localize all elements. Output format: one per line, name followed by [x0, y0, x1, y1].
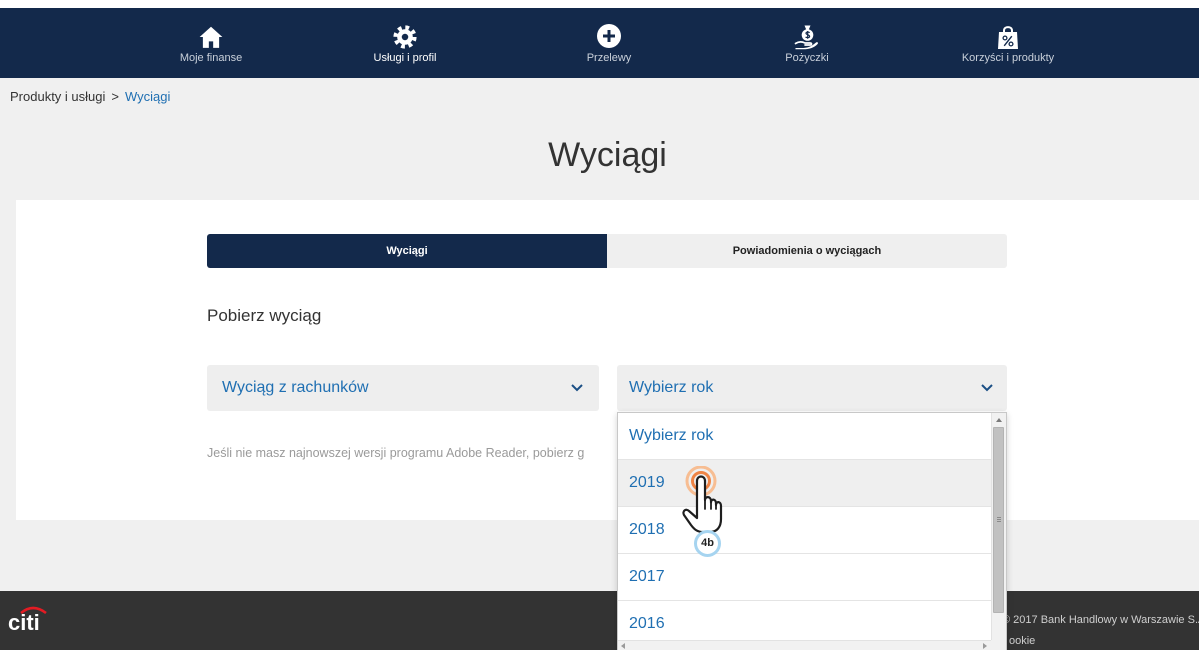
tab-bar: Wyciągi Powiadomienia o wyciągach	[207, 234, 1007, 268]
nav-item-moje-finanse[interactable]: Moje finanse	[141, 24, 281, 74]
scroll-left-arrow-icon[interactable]	[621, 643, 625, 649]
chevron-down-icon	[981, 384, 993, 392]
top-strip	[0, 0, 1199, 8]
year-select-value: Wybierz rok	[629, 379, 714, 396]
breadcrumb-separator: >	[111, 89, 119, 104]
percent-bag-icon	[995, 24, 1021, 50]
scrollbar-thumb[interactable]	[993, 427, 1004, 613]
scrollbar-grip	[997, 521, 1001, 522]
nav-item-label: Przelewy	[586, 52, 632, 64]
scrollbar-grip	[997, 519, 1001, 520]
chevron-down-icon	[571, 384, 583, 392]
hand-pointer-icon	[680, 466, 730, 538]
scrollbar-corner	[991, 640, 1006, 650]
statement-type-select-value: Wyciąg z rachunków	[222, 379, 369, 396]
year-select[interactable]: Wybierz rok	[617, 365, 1007, 411]
scroll-right-arrow-icon[interactable]	[983, 643, 987, 649]
footer: citi © 2017 Bank Handlowy w Warszawie S.…	[0, 591, 1199, 650]
nav-item-label: Moje finanse	[179, 52, 243, 64]
plus-circle-icon	[596, 24, 622, 50]
citi-logo[interactable]: citi	[6, 603, 52, 633]
gear-icon	[392, 24, 418, 50]
nav-item-przelewy[interactable]: Przelewy	[539, 24, 679, 74]
year-option[interactable]: 2017	[618, 554, 991, 601]
statements-card: Wyciągi Powiadomienia o wyciągach Pobier…	[16, 200, 1199, 520]
home-icon	[198, 24, 224, 50]
dropdown-horizontal-scrollbar[interactable]	[618, 640, 992, 650]
step-badge: 4b	[694, 530, 721, 557]
year-option[interactable]: 2019	[618, 460, 991, 507]
adobe-reader-info-text: Jeśli nie masz najnowszej wersji program…	[207, 446, 585, 460]
statement-type-select[interactable]: Wyciąg z rachunków	[207, 365, 599, 411]
year-options: Wybierz rok 2019 2018 2017 2016	[618, 413, 991, 648]
scrollbar-grip	[997, 517, 1001, 518]
page-title: Wyciągi	[548, 136, 667, 174]
money-bag-hand-icon	[794, 24, 820, 50]
dropdown-vertical-scrollbar[interactable]	[991, 413, 1006, 640]
scroll-up-arrow-icon[interactable]	[996, 418, 1002, 422]
top-navigation: Moje finanse Usługi i profil Przelewy Po…	[0, 8, 1199, 78]
nav-item-label: Korzyści i produkty	[961, 52, 1055, 64]
tab-wyciagi[interactable]: Wyciągi	[207, 234, 607, 268]
year-dropdown-list: Wybierz rok 2019 2018 2017 2016	[617, 412, 1007, 650]
nav-item-uslugi-i-profil[interactable]: Usługi i profil	[335, 24, 475, 74]
section-title: Pobierz wyciąg	[207, 306, 322, 325]
nav-item-pozyczki[interactable]: Pożyczki	[737, 24, 877, 74]
citi-logo-text: citi	[8, 610, 40, 633]
breadcrumb: Produkty i usługi > Wyciągi	[10, 89, 170, 105]
tab-powiadomienia-o-wyciagach[interactable]: Powiadomienia o wyciągach	[607, 234, 1007, 268]
nav-item-label: Pożyczki	[785, 52, 829, 64]
footer-cookie-link[interactable]: ookie	[1009, 634, 1035, 648]
nav-item-label: Usługi i profil	[373, 52, 437, 64]
year-option[interactable]: Wybierz rok	[618, 413, 991, 460]
year-option[interactable]: 2018	[618, 507, 991, 554]
nav-item-korzysci-i-produkty[interactable]: Korzyści i produkty	[938, 24, 1078, 74]
copyright-text: © 2017 Bank Handlowy w Warszawie S.A.	[1002, 614, 1199, 626]
breadcrumb-link-products[interactable]: Produkty i usługi	[10, 89, 105, 104]
breadcrumb-current[interactable]: Wyciągi	[125, 89, 170, 104]
